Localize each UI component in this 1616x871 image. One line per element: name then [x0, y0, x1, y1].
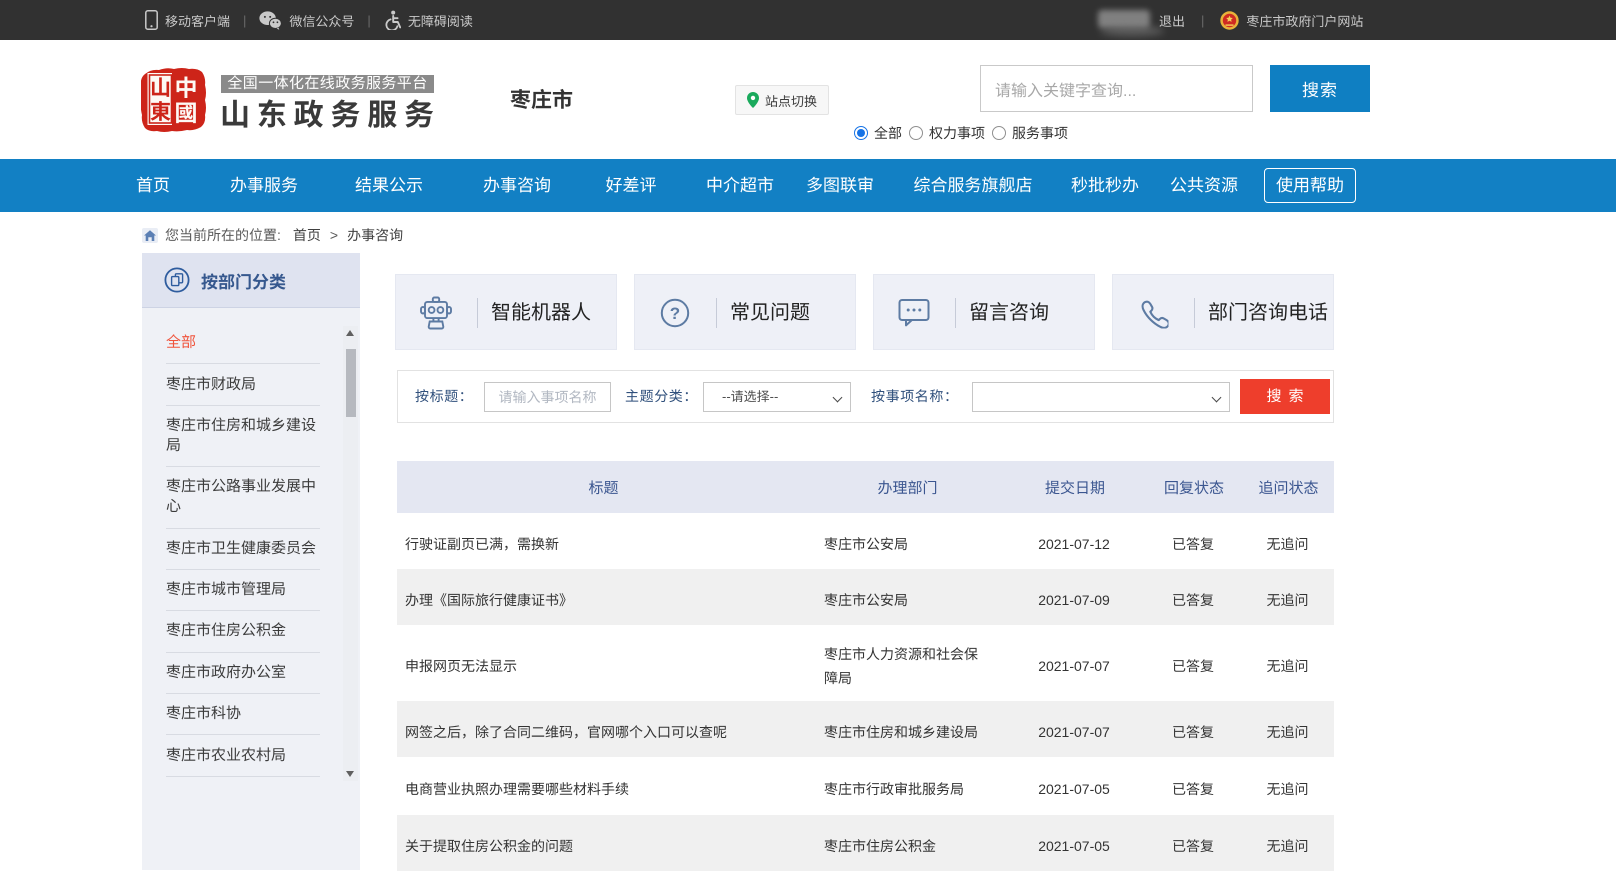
- svg-text:東: 東: [150, 96, 171, 126]
- svg-text:國: 國: [175, 94, 198, 128]
- svg-text:?: ?: [670, 304, 680, 323]
